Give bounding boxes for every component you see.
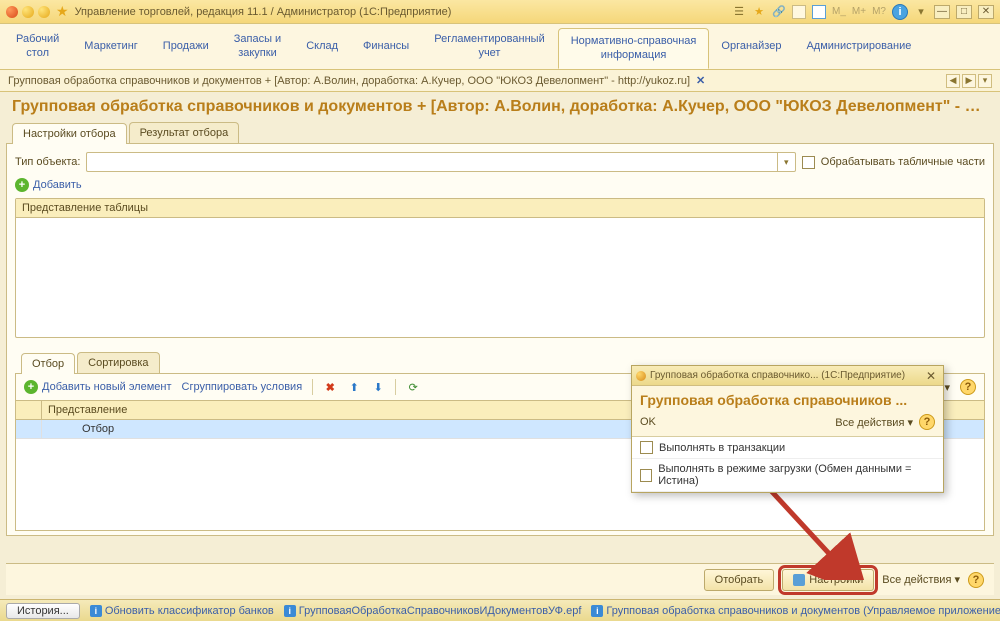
nav-marketing[interactable]: Маркетинг xyxy=(72,24,150,69)
close-button[interactable]: ✕ xyxy=(978,5,994,19)
dropdown-icon[interactable]: ▾ xyxy=(914,5,928,19)
settings-label: Настройки xyxy=(809,574,863,586)
breadcrumb-text: Групповая обработка справочников и докум… xyxy=(8,75,690,87)
maximize-button[interactable]: □ xyxy=(956,5,972,19)
tab-filter-result[interactable]: Результат отбора xyxy=(129,122,240,143)
add-element-button[interactable]: + Добавить новый элемент xyxy=(24,380,172,394)
select-button[interactable]: Отобрать xyxy=(704,569,775,591)
nav-stock[interactable]: Запасы и закупки xyxy=(222,24,294,69)
m-q[interactable]: M? xyxy=(872,6,886,17)
calendar-icon[interactable] xyxy=(812,5,826,19)
add-label: Добавить xyxy=(33,179,82,191)
status-item-2[interactable]: iГрупповаяОбработкаСправочниковИДокумент… xyxy=(284,605,582,617)
window-title: Управление торговлей, редакция 11.1 / Ад… xyxy=(75,6,732,18)
tool-icon-star[interactable]: ★ xyxy=(752,5,766,19)
action-bar: Отобрать Настройки Все действия ▾ ? xyxy=(6,563,994,595)
status-item-1[interactable]: iОбновить классификатор банков xyxy=(90,605,274,617)
minimize-button[interactable]: — xyxy=(934,5,950,19)
nav-back-icon[interactable] xyxy=(22,6,34,18)
page-title: Групповая обработка справочников и докум… xyxy=(6,96,994,122)
nav-reference[interactable]: Нормативно-справочная информация xyxy=(558,28,710,69)
nav-organizer[interactable]: Органайзер xyxy=(709,24,794,69)
info-icon[interactable]: i xyxy=(892,4,908,20)
popup-all-actions[interactable]: Все действия ▾ xyxy=(835,416,913,429)
calc-icon[interactable] xyxy=(792,5,806,19)
type-combo[interactable]: ▾ xyxy=(86,152,795,172)
breadcrumb: Групповая обработка справочников и докум… xyxy=(0,70,1000,92)
main-nav: Рабочий стол Маркетинг Продажи Запасы и … xyxy=(0,24,1000,70)
breadcrumb-close-icon[interactable]: ✕ xyxy=(696,74,705,87)
window-titlebar: ★ Управление торговлей, редакция 11.1 / … xyxy=(0,0,1000,24)
info-icon: i xyxy=(284,605,296,617)
favorite-icon[interactable]: ★ xyxy=(56,3,69,20)
separator xyxy=(312,379,313,395)
process-tables-checkbox[interactable] xyxy=(802,156,815,169)
popup-app-icon xyxy=(636,371,646,381)
delete-icon[interactable]: ✖ xyxy=(323,380,337,394)
app-icon xyxy=(6,6,18,18)
popup-window-title: Групповая обработка справочнико... (1С:П… xyxy=(650,370,923,381)
settings-popup: Групповая обработка справочнико... (1С:П… xyxy=(631,365,944,493)
move-down-icon[interactable]: ⬇ xyxy=(371,380,385,394)
prev-icon[interactable]: ◀ xyxy=(946,74,960,88)
process-tables-label: Обрабатывать табличные части xyxy=(821,156,985,168)
type-label: Тип объекта: xyxy=(15,156,80,168)
popup-ok-button[interactable]: OK xyxy=(640,416,656,428)
m-minus[interactable]: M_ xyxy=(832,6,846,17)
add-button[interactable]: + Добавить xyxy=(15,178,82,192)
loadmode-checkbox[interactable] xyxy=(640,469,652,482)
separator xyxy=(395,379,396,395)
refresh-icon[interactable]: ⟳ xyxy=(406,380,420,394)
help-icon[interactable]: ? xyxy=(919,414,935,430)
help-icon[interactable]: ? xyxy=(968,572,984,588)
move-up-icon[interactable]: ⬆ xyxy=(347,380,361,394)
m-plus[interactable]: M+ xyxy=(852,6,866,17)
popup-heading: Групповая обработка справочников ... xyxy=(632,386,943,412)
settings-icon xyxy=(793,574,805,586)
history-button[interactable]: История... xyxy=(6,603,80,619)
tool-icon-1[interactable]: ☰ xyxy=(732,5,746,19)
group-conditions-button[interactable]: Сгруппировать условия xyxy=(182,381,303,393)
settings-button[interactable]: Настройки xyxy=(782,569,874,591)
grid-col-icon xyxy=(16,401,42,419)
all-actions-bottom[interactable]: Все действия ▾ xyxy=(882,573,960,586)
plus-icon: + xyxy=(15,178,29,192)
combo-arrow-icon[interactable]: ▾ xyxy=(777,153,795,171)
status-item-3[interactable]: iГрупповая обработка справочников и доку… xyxy=(591,605,1000,617)
tab-sort[interactable]: Сортировка xyxy=(77,352,159,373)
loadmode-label: Выполнять в режиме загрузки (Обмен данны… xyxy=(658,463,935,487)
upper-tabstrip: Настройки отбора Результат отбора xyxy=(6,122,994,144)
nav-admin[interactable]: Администрирование xyxy=(794,24,924,69)
tab-filter-settings[interactable]: Настройки отбора xyxy=(12,123,127,144)
next-icon[interactable]: ▶ xyxy=(962,74,976,88)
tables-list-header: Представление таблицы xyxy=(16,199,984,218)
nav-warehouse[interactable]: Склад xyxy=(294,24,351,69)
nav-sales[interactable]: Продажи xyxy=(151,24,222,69)
plus-icon: + xyxy=(24,380,38,394)
popup-titlebar[interactable]: Групповая обработка справочнико... (1С:П… xyxy=(632,366,943,386)
nav-fwd-icon[interactable] xyxy=(38,6,50,18)
status-bar: История... iОбновить классификатор банко… xyxy=(0,599,1000,621)
tool-icon-link[interactable]: 🔗 xyxy=(772,5,786,19)
transaction-checkbox[interactable] xyxy=(640,441,653,454)
main-panel: Групповая обработка справочников и докум… xyxy=(6,96,994,595)
transaction-label: Выполнять в транзакции xyxy=(659,442,785,454)
help-icon[interactable]: ? xyxy=(960,379,976,395)
add-element-label: Добавить новый элемент xyxy=(42,381,172,393)
tab-selection[interactable]: Отбор xyxy=(21,353,75,374)
nav-regacct[interactable]: Регламентированный учет xyxy=(422,24,558,69)
info-icon: i xyxy=(591,605,603,617)
popup-close-icon[interactable]: ✕ xyxy=(923,369,939,383)
list-icon[interactable]: ▾ xyxy=(978,74,992,88)
tables-list[interactable]: Представление таблицы xyxy=(15,198,985,338)
nav-finance[interactable]: Финансы xyxy=(351,24,422,69)
info-icon: i xyxy=(90,605,102,617)
nav-desktop[interactable]: Рабочий стол xyxy=(4,24,72,69)
